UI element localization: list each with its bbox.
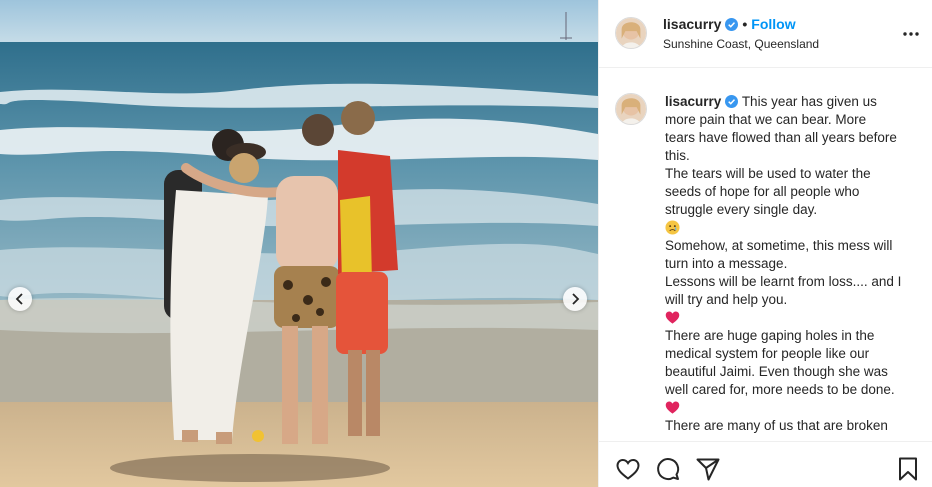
caption-line: struggle every single day.: [665, 202, 818, 217]
caption-area: lisacurry This year has given us more pa…: [599, 69, 932, 441]
carousel-next-button[interactable]: [563, 287, 587, 311]
red-heart-emoji: [665, 399, 911, 417]
red-heart-icon: [665, 401, 680, 414]
heart-icon: [616, 458, 640, 480]
red-heart-icon: [665, 311, 680, 324]
beach-photo: [0, 0, 598, 487]
chevron-right-icon: [572, 293, 580, 305]
save-button[interactable]: [895, 456, 921, 482]
post-actions-bar: [599, 441, 932, 487]
caption-line: beautiful Jaimi. Even though she was: [665, 364, 888, 379]
caption-line: The tears will be used to water the: [665, 166, 871, 181]
caption-line: more pain that we can bear. More: [665, 112, 867, 127]
profile-photo: [616, 18, 646, 48]
username-link[interactable]: lisacurry: [663, 16, 721, 32]
location-link[interactable]: Sunshine Coast, Queensland: [663, 37, 819, 51]
carousel-prev-button[interactable]: [8, 287, 32, 311]
chevron-left-icon: [15, 293, 23, 305]
caption-line: There are many of us that are broken: [665, 418, 888, 433]
caption-line: turn into a message.: [665, 256, 788, 271]
caption-line: tears have flowed than all years before: [665, 130, 897, 145]
caption-line: This year has given us: [741, 94, 877, 109]
avatar[interactable]: [615, 93, 647, 125]
caption-line: Somehow, at sometime, this mess will: [665, 238, 893, 253]
caption-line: seeds of hope for all people who: [665, 184, 860, 199]
post-side-panel: lisacurry • Follow Sunshine Coast, Queensl…: [598, 0, 932, 487]
header-username-row: lisacurry • Follow: [663, 16, 796, 32]
comment-icon: [657, 458, 680, 481]
share-button[interactable]: [695, 456, 721, 482]
caption-line: this.: [665, 148, 690, 163]
bookmark-icon: [899, 457, 917, 481]
verified-badge-icon: [725, 95, 739, 108]
post-header: lisacurry • Follow Sunshine Coast, Queensl…: [599, 0, 932, 68]
comment-button[interactable]: [655, 456, 681, 482]
caption-line: There are huge gaping holes in the: [665, 328, 875, 343]
red-heart-emoji: [665, 309, 911, 327]
paper-plane-icon: [696, 458, 720, 481]
caption-line: Lessons will be learnt from loss.... and…: [665, 274, 902, 289]
caption-line: will try and help you.: [665, 292, 788, 307]
caption-line: well cared for, more needs to be done.: [665, 382, 895, 397]
profile-photo: [616, 94, 646, 124]
avatar[interactable]: [615, 17, 647, 49]
like-button[interactable]: [615, 456, 641, 482]
post-caption: lisacurry This year has given us more pa…: [665, 93, 911, 435]
caption-line: medical system for people like our: [665, 346, 870, 361]
sad-face-icon: [665, 220, 680, 235]
caption-username[interactable]: lisacurry: [665, 94, 721, 109]
separator-dot: •: [742, 16, 748, 32]
verified-badge-icon: [725, 18, 739, 31]
post-media[interactable]: [0, 0, 598, 487]
more-options-icon[interactable]: [901, 24, 921, 44]
caption-first-line: lisacurry This year has given us: [665, 93, 911, 111]
sad-face-emoji: [665, 219, 911, 237]
follow-button[interactable]: Follow: [751, 16, 795, 32]
